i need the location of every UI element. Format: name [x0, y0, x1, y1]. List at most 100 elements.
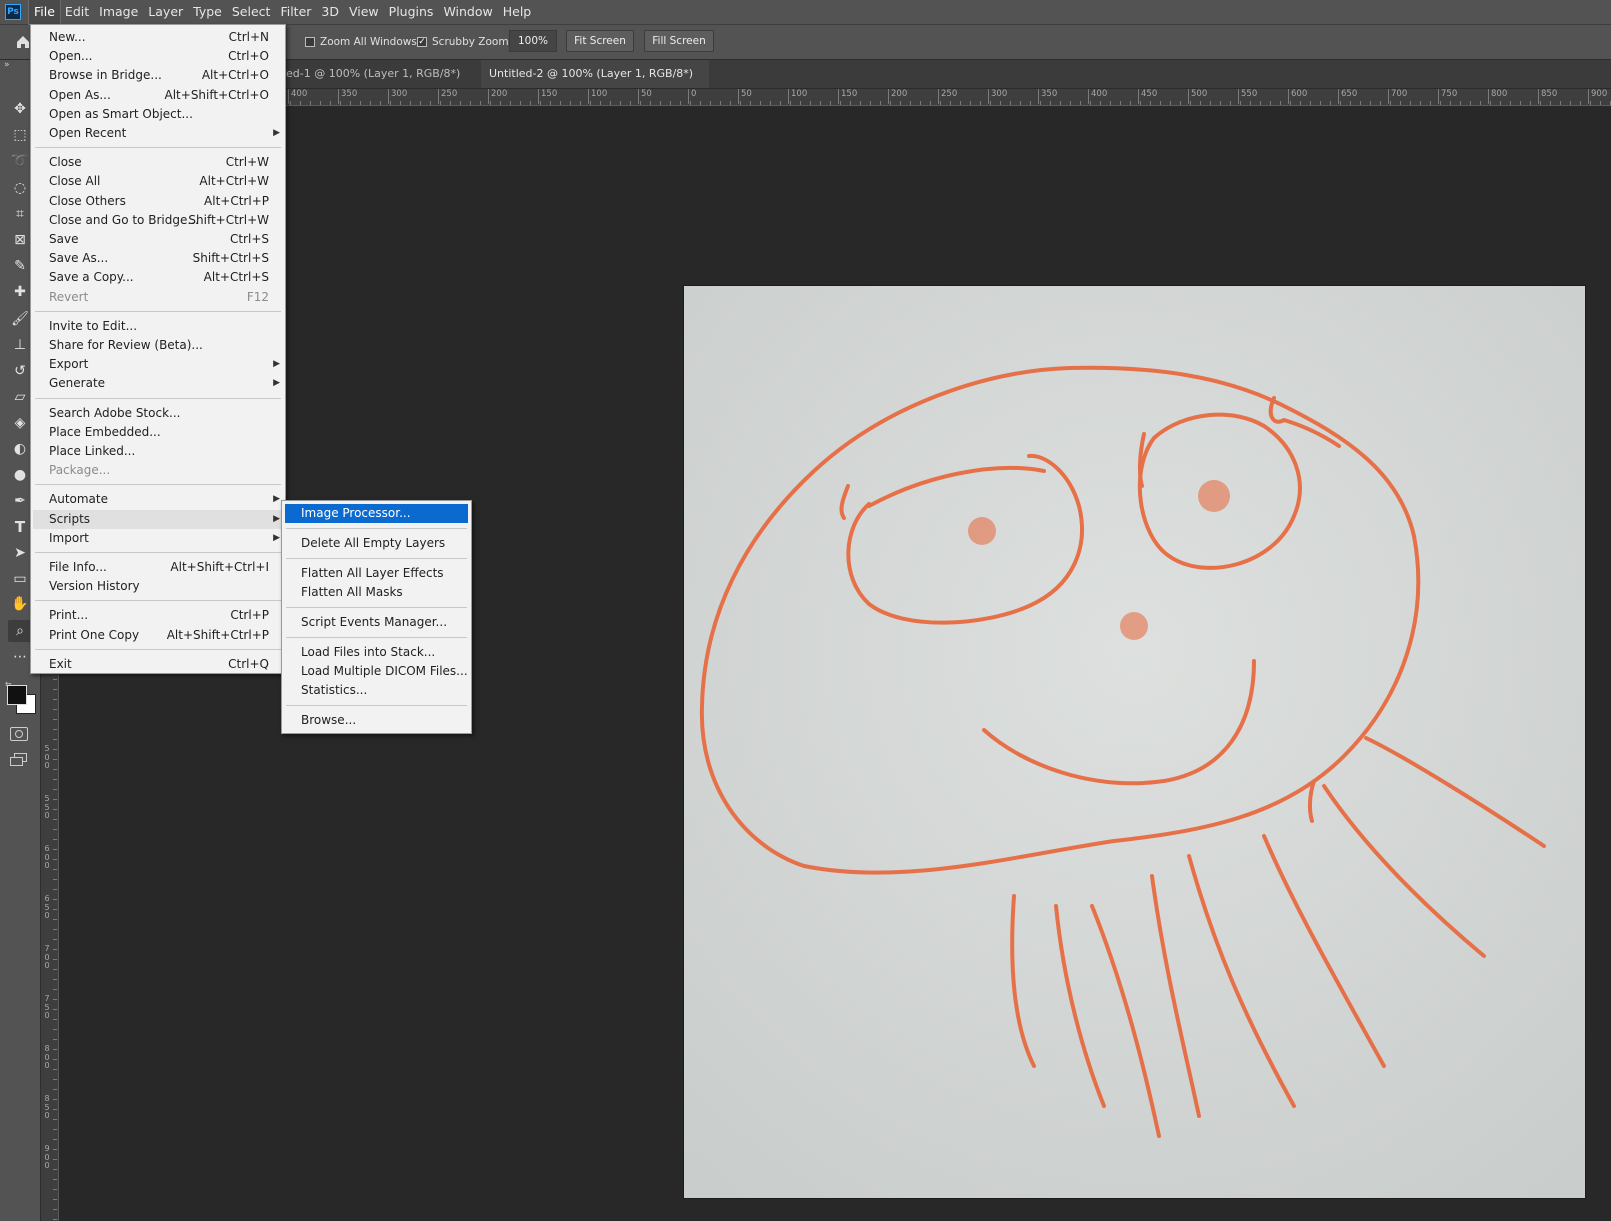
file-menu-item-place-linked[interactable]: Place Linked...: [33, 442, 283, 461]
menu-filter[interactable]: Filter: [275, 0, 316, 24]
brush-icon[interactable]: 🖌: [8, 308, 32, 330]
menu-type[interactable]: Type: [188, 0, 227, 24]
menu-layer[interactable]: Layer: [143, 0, 188, 24]
scripts-menu-item-flatten-all-layer-effects[interactable]: Flatten All Layer Effects: [285, 564, 468, 583]
more-tools-icon[interactable]: ⋯: [8, 646, 32, 668]
file-menu-item-print-one-copy[interactable]: Print One Copy Alt+Shift+Ctrl+P: [33, 626, 283, 645]
ruler-tick-label: 800: [1488, 89, 1507, 104]
ruler-tick-label: 100: [588, 89, 607, 104]
file-menu-item-save[interactable]: Save Ctrl+S: [33, 230, 283, 249]
marquee-icon[interactable]: ⬚: [8, 124, 32, 146]
scrubby-zoom-checkbox[interactable]: ✓ Scrubby Zoom: [417, 34, 509, 50]
menu-separator: [286, 607, 467, 608]
zoom-all-windows-checkbox[interactable]: Zoom All Windows: [305, 34, 417, 50]
checkbox-box: ✓: [417, 36, 427, 47]
file-menu-item-new[interactable]: New... Ctrl+N: [33, 28, 283, 47]
file-menu-item-print[interactable]: Print... Ctrl+P: [33, 606, 283, 625]
history-brush-icon[interactable]: ↺: [8, 360, 32, 382]
pen-icon[interactable]: ✒: [8, 490, 32, 512]
file-menu-item-browse-in-bridge[interactable]: Browse in Bridge... Alt+Ctrl+O: [33, 66, 283, 85]
fit-screen-button[interactable]: Fit Screen: [566, 30, 634, 52]
file-menu-item-automate[interactable]: Automate ▶: [33, 490, 283, 509]
menu-item-label: File Info...: [49, 560, 107, 574]
frame-icon[interactable]: ⊠: [8, 229, 32, 251]
menu-file[interactable]: File: [28, 0, 61, 25]
dodge-icon[interactable]: ●: [8, 464, 32, 486]
menu-separator: [286, 637, 467, 638]
menu-plugins[interactable]: Plugins: [384, 0, 439, 24]
ruler-tick-label: 50: [638, 89, 652, 104]
lasso-icon[interactable]: ➰: [8, 150, 32, 172]
file-menu-item-close-and-go-to-bridge[interactable]: Close and Go to Bridge... Shift+Ctrl+W: [33, 211, 283, 230]
file-menu-item-open[interactable]: Open... Ctrl+O: [33, 47, 283, 66]
file-menu-item-open-as-smart-object[interactable]: Open as Smart Object...: [33, 105, 283, 124]
ruler-tick-label: 350: [338, 89, 357, 104]
scripts-menu-item-load-multiple-dicom-files[interactable]: Load Multiple DICOM Files...: [285, 662, 468, 681]
ruler-tick-label: 6 0 0: [44, 844, 50, 870]
ruler-tick-label: 850: [1538, 89, 1557, 104]
menu-3d[interactable]: 3D: [316, 0, 344, 24]
menu-select[interactable]: Select: [227, 0, 276, 24]
menu-window[interactable]: Window: [438, 0, 497, 24]
menu-view[interactable]: View: [344, 0, 384, 24]
file-menu-item-file-info[interactable]: File Info... Alt+Shift+Ctrl+I: [33, 558, 283, 577]
zoom-value-button[interactable]: 100%: [509, 30, 557, 52]
ruler-tick-label: 900: [1588, 89, 1607, 104]
rectangle-icon[interactable]: ▭: [8, 568, 32, 590]
quick-mask-icon[interactable]: [10, 727, 28, 741]
stamp-icon[interactable]: ⊥: [8, 334, 32, 356]
menu-help[interactable]: Help: [498, 0, 537, 24]
ruler-tick-label: 450: [1138, 89, 1157, 104]
menu-item-shortcut: Alt+Ctrl+O: [201, 68, 269, 83]
panel-collapse-icon[interactable]: »: [4, 60, 10, 70]
file-menu-item-invite-to-edit[interactable]: Invite to Edit...: [33, 317, 283, 336]
submenu-arrow-icon: ▶: [273, 513, 280, 524]
file-menu-item-close-all[interactable]: Close All Alt+Ctrl+W: [33, 172, 283, 191]
foreground-background-swatch[interactable]: ⇆: [5, 680, 37, 716]
file-menu-item-share-for-review-beta[interactable]: Share for Review (Beta)...: [33, 336, 283, 355]
file-menu-item-place-embedded[interactable]: Place Embedded...: [33, 423, 283, 442]
tab-untitled-2[interactable]: Untitled-2 @ 100% (Layer 1, RGB/8*) *×: [481, 60, 709, 108]
menu-edit[interactable]: Edit: [60, 0, 94, 24]
blur-icon[interactable]: ◐: [8, 438, 32, 460]
quick-select-icon[interactable]: ◌: [8, 177, 32, 199]
scripts-menu-item-statistics[interactable]: Statistics...: [285, 681, 468, 700]
eyedropper-icon[interactable]: ✎: [8, 255, 32, 277]
file-menu-item-import[interactable]: Import ▶: [33, 529, 283, 548]
scripts-menu-item-script-events-manager[interactable]: Script Events Manager...: [285, 613, 468, 632]
zoom-icon[interactable]: ⌕: [8, 620, 32, 642]
menu-image[interactable]: Image: [94, 0, 143, 24]
crayon-drawing: [684, 286, 1585, 1198]
document-canvas[interactable]: [684, 286, 1585, 1198]
file-menu-item-open-recent[interactable]: Open Recent ▶: [33, 124, 283, 143]
file-menu-item-search-adobe-stock[interactable]: Search Adobe Stock...: [33, 404, 283, 423]
eraser-icon[interactable]: ▱: [8, 386, 32, 408]
path-select-icon[interactable]: ➤: [8, 542, 32, 564]
file-menu-item-version-history[interactable]: Version History: [33, 577, 283, 596]
scripts-menu-item-delete-all-empty-layers[interactable]: Delete All Empty Layers: [285, 534, 468, 553]
file-menu-item-exit[interactable]: Exit Ctrl+Q: [33, 655, 283, 674]
screen-mode-icon[interactable]: [10, 753, 28, 767]
crop-icon[interactable]: ⌗: [8, 203, 32, 225]
scripts-menu-item-image-processor[interactable]: Image Processor...: [285, 504, 468, 523]
healing-brush-icon[interactable]: ✚: [8, 281, 32, 303]
paint-bucket-icon[interactable]: ◈: [8, 412, 32, 434]
file-menu-item-scripts[interactable]: Scripts ▶: [33, 509, 283, 529]
fill-screen-button[interactable]: Fill Screen: [644, 30, 714, 52]
tab-untitled-1[interactable]: ed-1 @ 100% (Layer 1, RGB/8*) *×: [278, 60, 478, 108]
hand-icon[interactable]: ✋: [8, 593, 32, 615]
move-icon[interactable]: ✥: [8, 98, 32, 120]
file-menu-item-generate[interactable]: Generate ▶: [33, 374, 283, 393]
file-menu-item-export[interactable]: Export ▶: [33, 355, 283, 374]
file-menu-item-close[interactable]: Close Ctrl+W: [33, 153, 283, 172]
file-menu-item-close-others[interactable]: Close Others Alt+Ctrl+P: [33, 192, 283, 211]
file-menu-item-open-as[interactable]: Open As... Alt+Shift+Ctrl+O: [33, 86, 283, 105]
file-menu-item-save-a-copy[interactable]: Save a Copy... Alt+Ctrl+S: [33, 268, 283, 287]
foreground-color-swatch[interactable]: [7, 685, 27, 705]
ruler-tick-label: 0: [688, 89, 696, 104]
scripts-menu-item-load-files-into-stack[interactable]: Load Files into Stack...: [285, 643, 468, 662]
file-menu-item-save-as[interactable]: Save As... Shift+Ctrl+S: [33, 249, 283, 268]
scripts-menu-item-browse[interactable]: Browse...: [285, 711, 468, 730]
scripts-menu-item-flatten-all-masks[interactable]: Flatten All Masks: [285, 583, 468, 602]
type-icon[interactable]: T: [8, 516, 32, 538]
